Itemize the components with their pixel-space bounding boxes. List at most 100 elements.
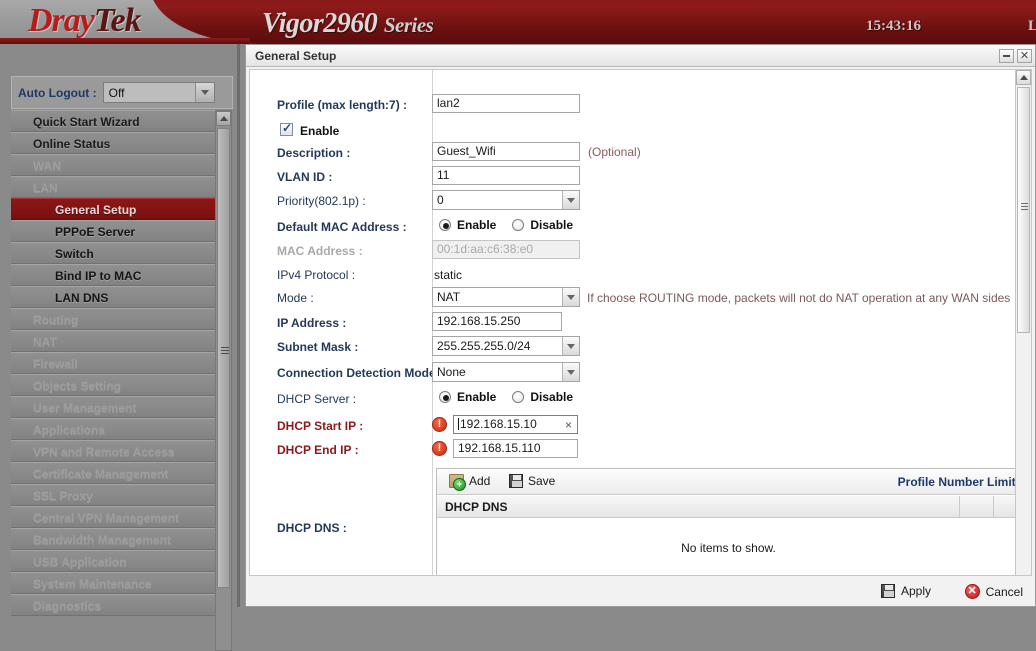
sidebar-item-certificate-management[interactable]: Certificate Management	[11, 462, 215, 484]
sidebar-item-firewall[interactable]: Firewall	[11, 352, 215, 374]
profile-label: Profile (max length:7) :	[277, 98, 408, 112]
clear-input-icon[interactable]: ×	[565, 417, 572, 433]
description-label: Description :	[277, 146, 351, 160]
sidebar-scrollbar[interactable]	[215, 110, 232, 651]
priority-select[interactable]: 0	[432, 190, 580, 210]
sidebar-item-lan[interactable]: LAN	[11, 176, 215, 198]
dhcp-end-ip-input[interactable]: 192.168.15.110	[453, 439, 578, 458]
row-ip-address: IP Address : 192.168.15.250	[250, 312, 1015, 338]
default-mac-radio-group: Enable Disable	[439, 218, 583, 232]
row-connection-detection-mode: Connection Detection Mode : None	[250, 362, 1015, 388]
sidebar-item-nat[interactable]: NAT	[11, 330, 215, 352]
add-icon	[449, 474, 466, 491]
mode-hint-text: If choose ROUTING mode, packets will not…	[587, 291, 1011, 305]
dhcp-end-ip-label: DHCP End IP :	[277, 443, 359, 457]
sidebar-item-switch[interactable]: Switch	[11, 242, 215, 264]
description-input[interactable]: Guest_Wifi	[432, 142, 580, 161]
scrollbar-thumb[interactable]	[217, 128, 230, 588]
chevron-down-icon	[562, 337, 579, 355]
default-mac-label: Default MAC Address :	[277, 220, 407, 234]
mode-select[interactable]: NAT	[432, 287, 580, 307]
sidebar-item-usb-application[interactable]: USB Application	[11, 550, 215, 572]
row-vlan-id: VLAN ID : 11	[250, 166, 1015, 192]
row-subnet-mask: Subnet Mask : 255.255.255.0/24	[250, 336, 1015, 362]
sidebar-item-objects-setting[interactable]: Objects Setting	[11, 374, 215, 396]
sidebar-item-wan[interactable]: WAN	[11, 154, 215, 176]
sidebar-item-applications[interactable]: Applications	[11, 418, 215, 440]
chevron-down-icon	[194, 83, 214, 102]
sidebar-item-ssl-proxy[interactable]: SSL Proxy	[11, 484, 215, 506]
sidebar-item-bind-ip-to-mac[interactable]: Bind IP to MAC	[11, 264, 215, 286]
sidebar-item-system-maintenance[interactable]: System Maintenance	[11, 572, 215, 594]
row-dhcp-start-ip: DHCP Start IP : ! 192.168.15.10 ×	[250, 415, 1015, 441]
column-separator	[959, 496, 960, 518]
header-clock: 15:43:16	[866, 18, 921, 34]
add-button[interactable]: Add	[449, 474, 491, 491]
dhcp-dns-label: DHCP DNS :	[277, 521, 347, 535]
connection-detection-mode-select[interactable]: None	[432, 362, 580, 382]
sidebar-item-label: LAN	[33, 181, 58, 195]
sidebar-item-label: WAN	[33, 159, 61, 173]
dhcp-server-enable-radio[interactable]	[439, 391, 451, 403]
ip-address-input[interactable]: 192.168.15.250	[432, 312, 562, 331]
auto-logout-select[interactable]: Off	[102, 82, 215, 103]
sidebar-item-bandwidth-management[interactable]: Bandwidth Management	[11, 528, 215, 550]
auto-logout-control: Auto Logout : Off	[11, 76, 233, 109]
sidebar-item-lan-dns[interactable]: LAN DNS	[11, 286, 215, 308]
dhcp-start-ip-input[interactable]: 192.168.15.10 ×	[453, 415, 578, 434]
form-scroll-area: Profile (max length:7) : lan2 Enable Des…	[249, 69, 1016, 576]
sidebar-item-general-setup[interactable]: General Setup	[11, 198, 215, 220]
connection-detection-mode-label: Connection Detection Mode :	[277, 366, 443, 380]
subnet-mask-select[interactable]: 255.255.255.0/24	[432, 336, 580, 356]
dhcp-server-disable-label: Disable	[530, 390, 574, 404]
enable-checkbox[interactable]	[280, 121, 293, 136]
row-mode: Mode : NAT If choose ROUTING mode, packe…	[250, 287, 1015, 313]
dhcp-dns-empty-message: No items to show.	[681, 540, 776, 555]
sidebar-item-label: System Maintenance	[33, 577, 152, 591]
scroll-up-arrow-icon[interactable]	[1016, 70, 1031, 85]
ipv4-protocol-label: IPv4 Protocol :	[277, 268, 356, 282]
sidebar-item-label: Routing	[33, 313, 79, 327]
profile-input[interactable]: lan2	[432, 94, 580, 113]
dhcp-server-disable-radio[interactable]	[512, 391, 525, 403]
row-mac-address: MAC Address : 00:1d:aa:c6:38:e0	[250, 240, 1015, 266]
series-text: Series	[383, 13, 434, 37]
sidebar-item-central-vpn-management[interactable]: Central VPN Management	[11, 506, 215, 528]
sidebar-menu: Quick Start Wizard Online Status WAN LAN Gen…	[11, 110, 215, 651]
default-mac-disable-label: Disable	[530, 218, 574, 232]
add-button-label: Add	[469, 474, 491, 488]
default-mac-disable-radio[interactable]	[512, 219, 525, 231]
sidebar-item-vpn-and-remote-access[interactable]: VPN and Remote Access	[11, 440, 215, 462]
sidebar-item-label: User Management	[33, 401, 137, 415]
sidebar-item-diagnostics[interactable]: Diagnostics	[11, 594, 215, 616]
form-vertical-scrollbar[interactable]	[1015, 69, 1032, 576]
sidebar-item-routing[interactable]: Routing	[11, 308, 215, 330]
minimize-button[interactable]	[999, 49, 1014, 63]
default-mac-enable-radio[interactable]	[439, 219, 451, 231]
enable-checkbox-label: Enable	[300, 124, 340, 138]
sidebar-item-online-status[interactable]: Online Status	[11, 132, 215, 154]
dhcp-server-label: DHCP Server :	[277, 392, 357, 406]
dhcp-dns-grid: Add Save Profile Number Limit : 6 DHCP D…	[436, 468, 1016, 575]
apply-button[interactable]: Apply	[880, 584, 931, 598]
sidebar-item-user-management[interactable]: User Management	[11, 396, 215, 418]
scrollbar-thumb[interactable]	[1017, 87, 1030, 333]
close-button[interactable]: ✕	[1017, 49, 1032, 63]
scroll-up-arrow-icon[interactable]	[216, 111, 231, 126]
sidebar-item-label: Online Status	[33, 137, 111, 151]
vlan-id-input[interactable]: 11	[432, 166, 580, 185]
sidebar-item-quick-start-wizard[interactable]: Quick Start Wizard	[11, 110, 215, 132]
product-model-title: Vigor2960 Series	[262, 8, 434, 40]
floppy-disk-icon	[509, 474, 523, 488]
sidebar-item-label: Bandwidth Management	[33, 533, 172, 547]
connection-detection-mode-value: None	[437, 365, 466, 379]
cancel-button[interactable]: ✕ Cancel	[964, 584, 1023, 599]
subnet-mask-value: 255.255.255.0/24	[437, 339, 531, 353]
row-dhcp-end-ip: DHCP End IP : ! 192.168.15.110	[250, 439, 1015, 465]
sidebar-item-pppoe-server[interactable]: PPPoE Server	[11, 220, 215, 242]
profile-number-limit-text: Profile Number Limit : 6	[897, 475, 1016, 489]
save-button[interactable]: Save	[509, 474, 555, 488]
sidebar-item-label: General Setup	[55, 203, 137, 217]
dhcp-start-ip-value: 192.168.15.10	[460, 417, 537, 431]
sidebar-item-label: Firewall	[33, 357, 78, 371]
